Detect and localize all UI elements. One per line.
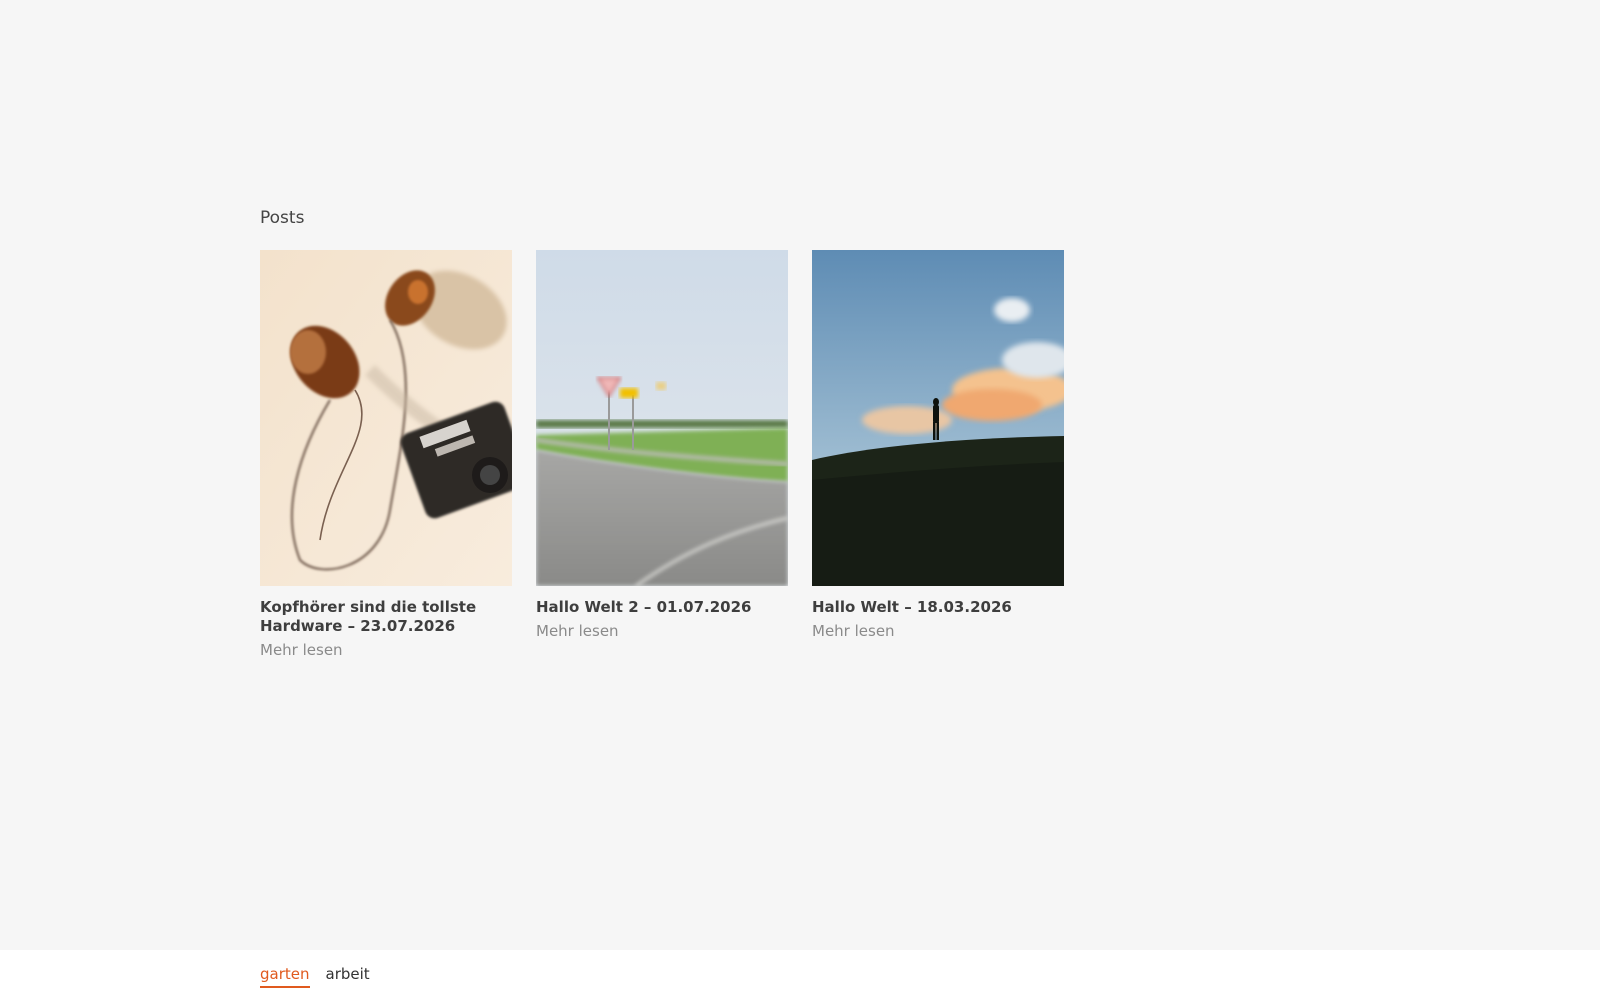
- post-title[interactable]: Kopfhörer sind die tollste Hardware – 23…: [260, 598, 512, 636]
- road-landscape-image: [536, 250, 788, 586]
- nav-link-arbeit[interactable]: arbeit: [326, 964, 370, 988]
- post-card[interactable]: Hallo Welt – 18.03.2026 Mehr lesen: [812, 250, 1064, 659]
- headphones-image: [260, 250, 512, 586]
- bottom-bar: garten arbeit: [0, 950, 1600, 1000]
- post-title[interactable]: Hallo Welt – 18.03.2026: [812, 598, 1064, 617]
- section-title: Posts: [260, 208, 305, 228]
- post-thumbnail-headphones[interactable]: [260, 250, 512, 586]
- read-more-link[interactable]: Mehr lesen: [536, 622, 788, 640]
- read-more-link[interactable]: Mehr lesen: [260, 641, 512, 659]
- post-thumbnail-road[interactable]: [536, 250, 788, 586]
- post-card[interactable]: Hallo Welt 2 – 01.07.2026 Mehr lesen: [536, 250, 788, 659]
- nav-link-garten[interactable]: garten: [260, 964, 310, 988]
- category-nav: garten arbeit: [260, 964, 370, 988]
- posts-section: Posts Kopfhörer sind die tollste Hardwar…: [260, 205, 1080, 659]
- post-list: Kopfhörer sind die tollste Hardware – 23…: [260, 250, 1080, 659]
- post-thumbnail-silhouette[interactable]: [812, 250, 1064, 586]
- post-card[interactable]: Kopfhörer sind die tollste Hardware – 23…: [260, 250, 512, 659]
- read-more-link[interactable]: Mehr lesen: [812, 622, 1064, 640]
- post-title[interactable]: Hallo Welt 2 – 01.07.2026: [536, 598, 788, 617]
- silhouette-sunset-image: [812, 250, 1064, 586]
